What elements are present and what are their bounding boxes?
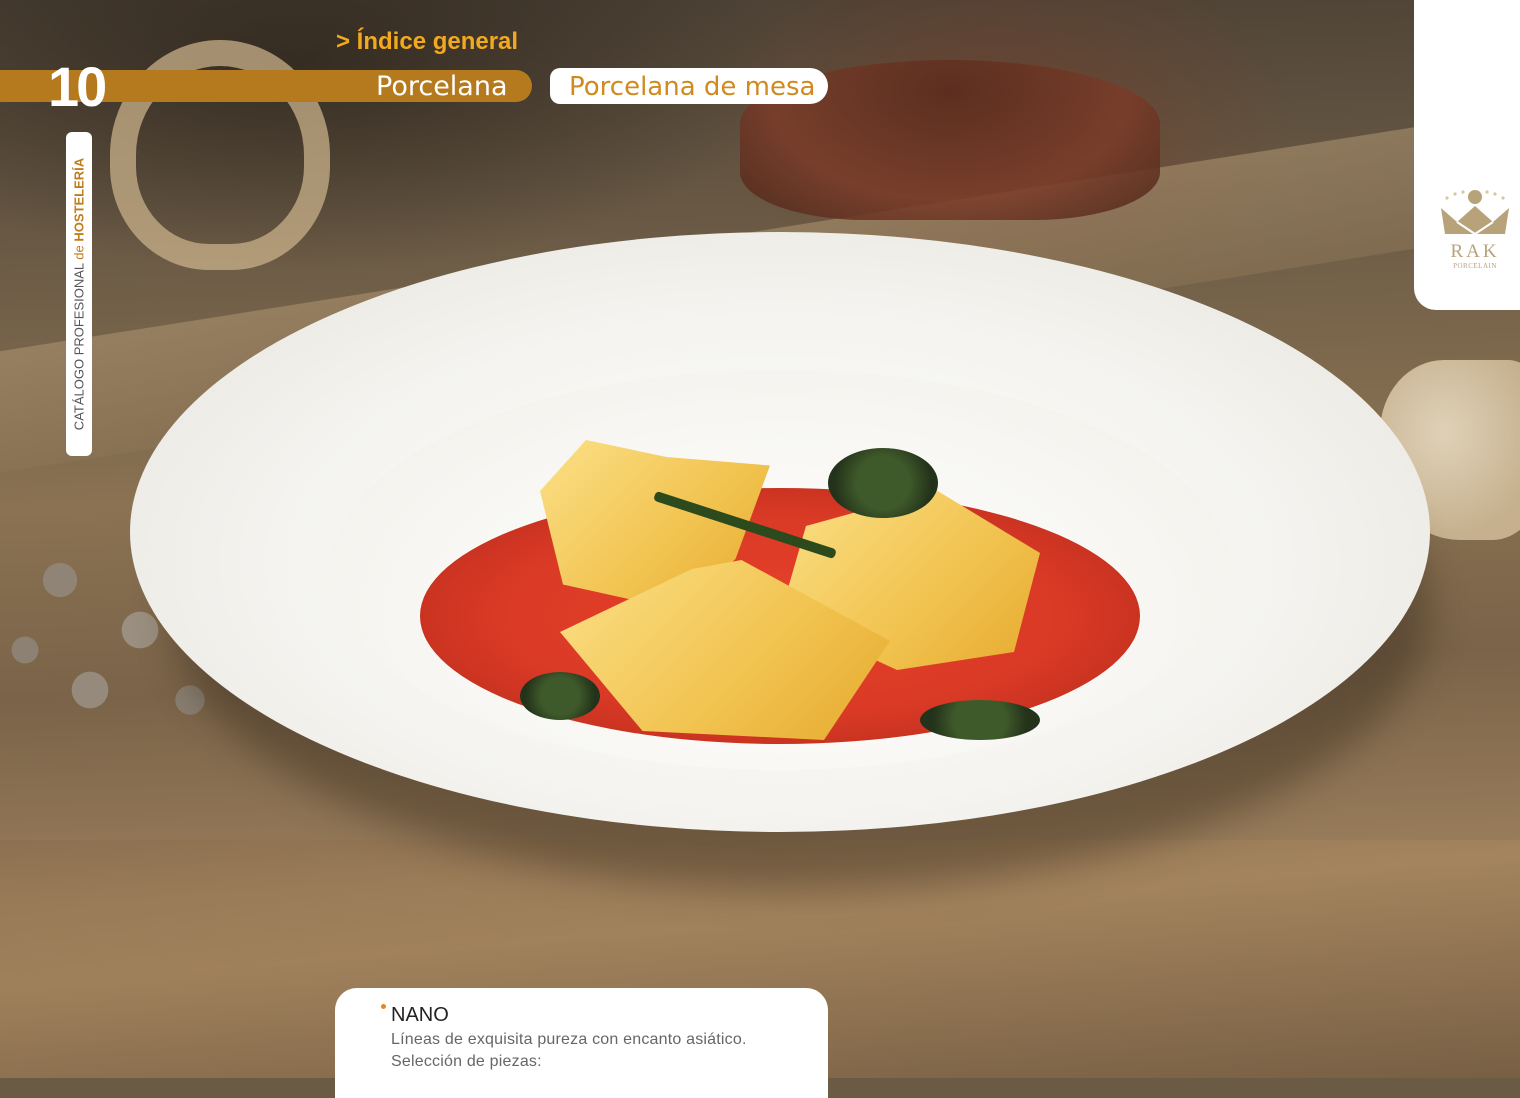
catalog-title: CATÁLOGO PROFESIONAL de HOSTELERÍA <box>72 158 87 430</box>
description-line-2: Selección de piezas: <box>391 1053 542 1070</box>
bullet-icon <box>381 1004 386 1009</box>
brand-name: RAK <box>1450 241 1500 262</box>
zucchini-chip <box>520 672 600 720</box>
crown-icon <box>1441 190 1509 236</box>
product-info-card: NANO Líneas de exquisita pureza con enca… <box>335 988 828 1098</box>
product-name: NANO <box>391 1004 449 1026</box>
catalog-highlight: HOSTELERÍA <box>71 157 87 242</box>
zucchini-chip <box>828 448 938 518</box>
catalog-connector: de <box>71 245 87 260</box>
catalog-prefix: CATÁLOGO PROFESIONAL <box>71 263 87 431</box>
section-porcelana[interactable]: Porcelana <box>376 70 508 102</box>
chapter-number: 10 <box>48 55 107 118</box>
zucchini-chip <box>920 700 1040 740</box>
subsection-porcelana-de-mesa[interactable]: Porcelana de mesa <box>550 68 828 104</box>
general-index-link[interactable]: > Índice general <box>336 28 518 56</box>
brand-tagline: PORCELAIN <box>1453 262 1497 270</box>
background-photo <box>0 0 1520 1078</box>
product-description: Líneas de exquisita pureza con encanto a… <box>391 1029 828 1073</box>
rak-porcelain-logo[interactable]: RAK PORCELAIN <box>1432 188 1518 288</box>
description-line-1: Líneas de exquisita pureza con encanto a… <box>391 1031 747 1048</box>
